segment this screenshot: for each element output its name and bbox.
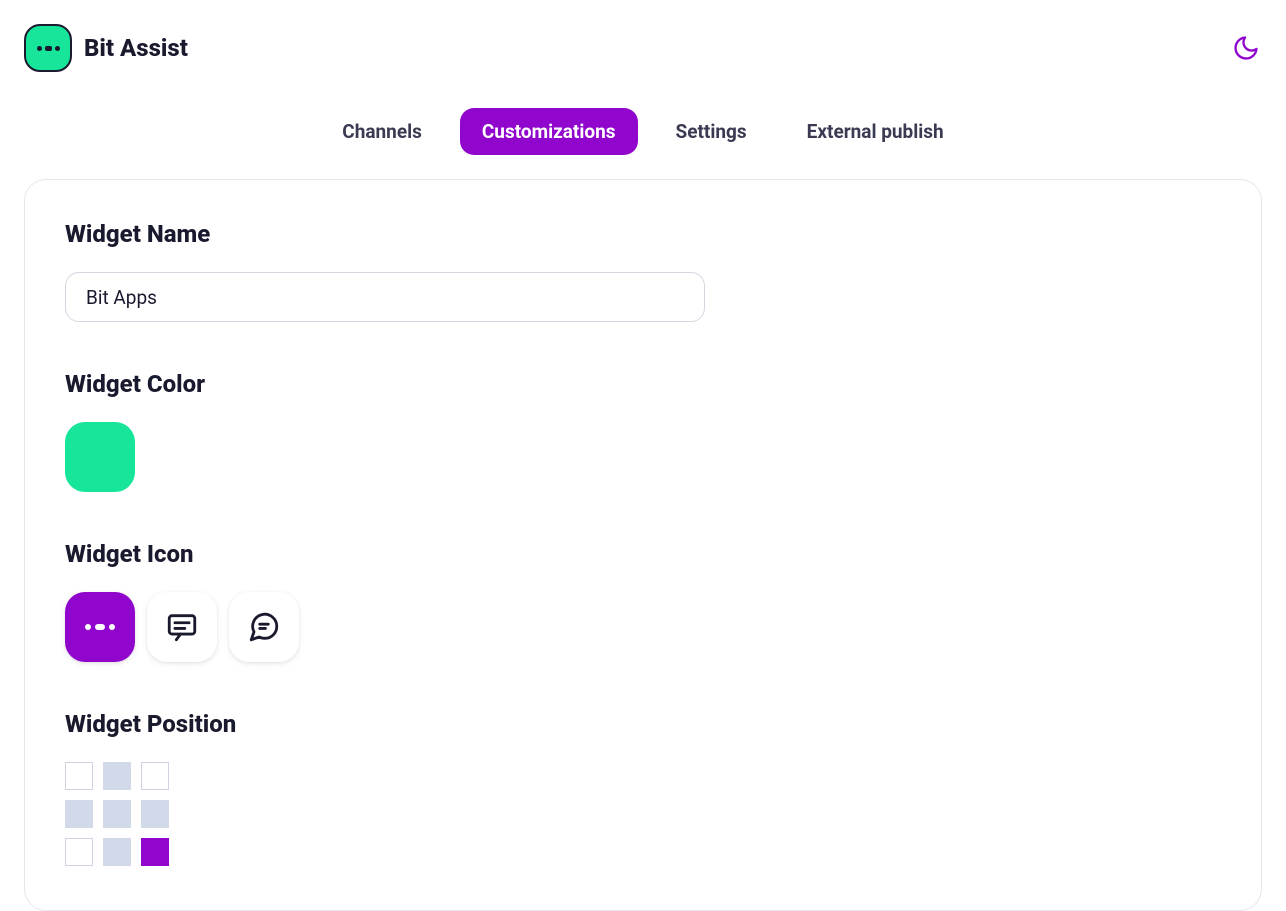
tabs: Channels Customizations Settings Externa… (0, 96, 1286, 179)
dots-icon (37, 46, 60, 51)
widget-position-section: Widget Position (65, 710, 1221, 866)
tab-customizations[interactable]: Customizations (460, 108, 638, 155)
position-bottom-center[interactable] (103, 838, 131, 866)
widget-color-label: Widget Color (65, 370, 1221, 398)
widget-icon-option-chatbubble[interactable] (229, 592, 299, 662)
position-top-left[interactable] (65, 762, 93, 790)
widget-position-grid (65, 762, 1221, 866)
theme-toggle[interactable] (1230, 32, 1262, 64)
position-bottom-right[interactable] (141, 838, 169, 866)
moon-icon (1232, 34, 1260, 62)
position-middle-right[interactable] (141, 800, 169, 828)
widget-color-swatch[interactable] (65, 422, 135, 492)
widget-position-label: Widget Position (65, 710, 1221, 738)
widget-name-input[interactable] (65, 272, 705, 322)
widget-icon-options (65, 592, 1221, 662)
logo[interactable]: Bit Assist (24, 24, 188, 72)
widget-icon-option-dots[interactable] (65, 592, 135, 662)
widget-icon-label: Widget Icon (65, 540, 1221, 568)
logo-badge (24, 24, 72, 72)
customizations-panel: Widget Name Widget Color Widget Icon (24, 179, 1262, 911)
widget-name-label: Widget Name (65, 220, 1221, 248)
widget-icon-option-chatbox[interactable] (147, 592, 217, 662)
widget-color-section: Widget Color (65, 370, 1221, 492)
position-middle-center[interactable] (103, 800, 131, 828)
widget-icon-section: Widget Icon (65, 540, 1221, 662)
position-top-center[interactable] (103, 762, 131, 790)
app-header: Bit Assist (0, 0, 1286, 96)
position-bottom-left[interactable] (65, 838, 93, 866)
tab-channels[interactable]: Channels (320, 108, 444, 155)
tab-settings[interactable]: Settings (654, 108, 769, 155)
chat-box-icon (165, 610, 199, 644)
dots-icon (85, 624, 115, 630)
position-top-right[interactable] (141, 762, 169, 790)
position-middle-left[interactable] (65, 800, 93, 828)
widget-name-section: Widget Name (65, 220, 1221, 322)
chat-bubble-icon (247, 610, 281, 644)
tab-external-publish[interactable]: External publish (785, 108, 966, 155)
app-title: Bit Assist (84, 34, 188, 62)
